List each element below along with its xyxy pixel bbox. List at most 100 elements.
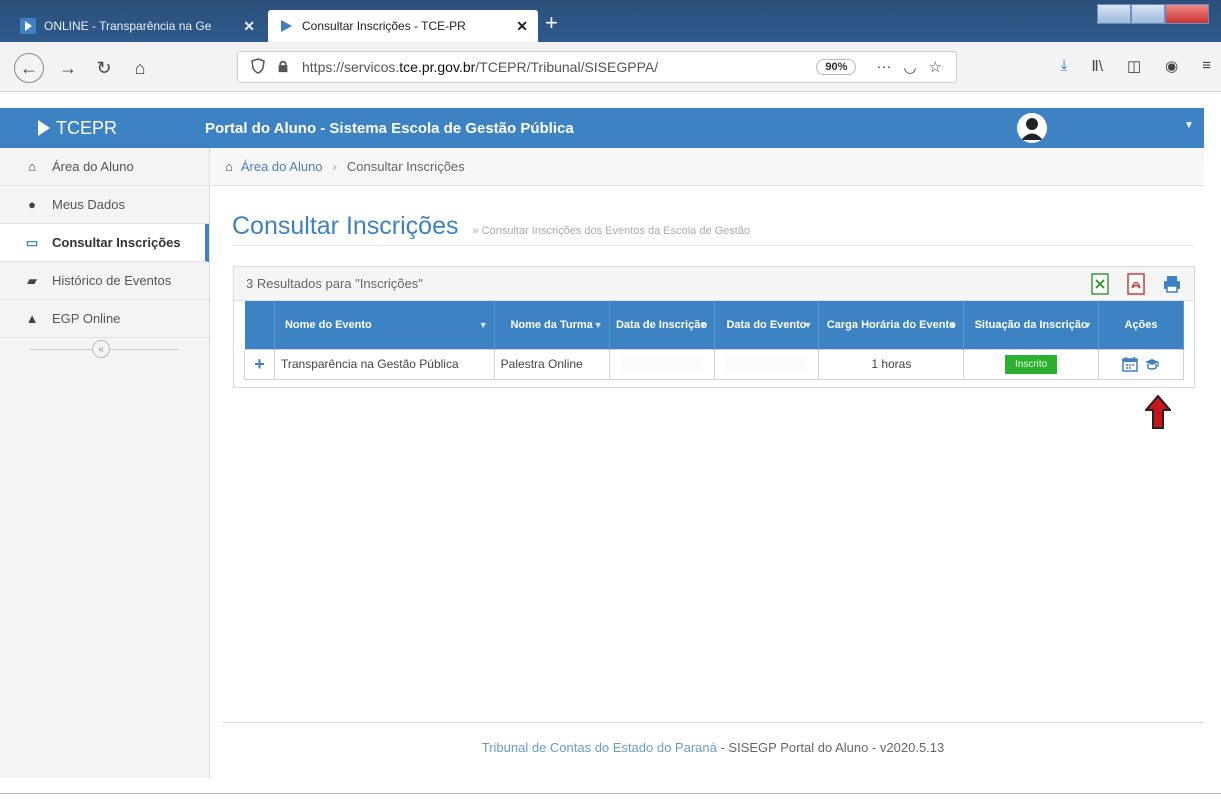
menu-icon[interactable]: ≡ xyxy=(1202,57,1211,75)
footer-org: Tribunal de Contas do Estado do Paraná xyxy=(481,740,717,755)
column-header[interactable]: Nome do Evento ▼ xyxy=(274,301,495,349)
column-label: Nome da Turma xyxy=(510,318,593,331)
tab-title: ONLINE - Transparência na Ge xyxy=(44,19,212,33)
print-icon[interactable] xyxy=(1162,273,1182,295)
column-header[interactable]: Carga Horária do Evento ▼ xyxy=(818,301,965,349)
column-label: Nome do Evento xyxy=(284,318,372,331)
app-title: Portal do Aluno - Sistema Escola de Gest… xyxy=(205,119,574,137)
minimize-button[interactable] xyxy=(1097,4,1131,24)
collapse-sidebar-icon[interactable]: « xyxy=(92,340,110,358)
redacted-date xyxy=(726,354,807,371)
back-arrow-icon[interactable]: ← xyxy=(14,53,44,83)
sidebar-item-label: Meus Dados xyxy=(52,197,125,212)
close-window-button[interactable] xyxy=(1165,4,1209,24)
page-subtitle: » Consultar Inscrições dos Eventos da Es… xyxy=(472,225,751,237)
window-controls xyxy=(1097,4,1209,24)
up-arrow-annotation-icon xyxy=(1145,394,1171,429)
sidebar-item-label: Consultar Inscrições xyxy=(52,235,181,250)
home-icon: ⌂ xyxy=(28,159,36,174)
app-logo[interactable]: TCEPR xyxy=(0,118,205,139)
maximize-button[interactable] xyxy=(1131,4,1165,24)
column-header[interactable]: Data do Evento ▼ xyxy=(714,301,820,349)
filter-icon[interactable]: ▼ xyxy=(479,320,488,330)
browser-tab-1[interactable]: ONLINE - Transparência na Ge ✕ xyxy=(10,10,265,42)
filter-icon[interactable]: ▼ xyxy=(948,320,957,330)
column-label: Situação da Inscrição xyxy=(974,318,1088,331)
pdf-export-icon[interactable] xyxy=(1126,273,1146,295)
tab-favicon-icon xyxy=(20,18,36,34)
graduation-cap-icon[interactable] xyxy=(1144,356,1160,372)
account-icon[interactable]: ◉ xyxy=(1165,57,1178,75)
sidebar-item-label: Histórico de Eventos xyxy=(52,273,172,288)
filter-icon[interactable]: ▼ xyxy=(699,320,708,330)
url-bar[interactable]: https://servicos.tce.pr.gov.br/TCEPR/Tri… xyxy=(237,51,957,83)
title-divider xyxy=(232,245,1194,246)
cell-data-evento xyxy=(713,348,820,380)
lock-icon xyxy=(276,59,294,76)
url-text: https://servicos.tce.pr.gov.br/TCEPR/Tri… xyxy=(302,59,816,75)
window-bottom-border xyxy=(0,793,1221,794)
cell-acoes xyxy=(1098,348,1184,380)
results-table: Nome do Evento ▼ Nome da Turma ▼ Data de I… xyxy=(244,301,1184,380)
cell-turma: Palestra Online xyxy=(493,348,610,380)
browser-nav-bar: ← → ↻ ⌂ https://servicos.tce.pr.gov.br/T… xyxy=(0,42,1221,92)
footer: Tribunal de Contas do Estado do Paraná -… xyxy=(222,740,1204,755)
new-tab-icon[interactable]: + xyxy=(545,12,558,34)
sidebar-item-label: EGP Online xyxy=(52,311,121,326)
cell-evento: Transparência na Gestão Pública xyxy=(273,348,495,380)
bookmark-star-icon[interactable]: ☆ xyxy=(929,58,942,76)
column-label: Ações xyxy=(1124,318,1158,331)
footer-version: - SISEGP Portal do Aluno - v2020.5.13 xyxy=(716,740,945,755)
filter-icon[interactable]: ▼ xyxy=(1083,320,1092,330)
sidebar-item-consultar-inscricoes[interactable]: ▭ Consultar Inscrições xyxy=(0,224,209,262)
browser-tab-2-active[interactable]: Consultar Inscrições - TCE-PR ✕ xyxy=(268,10,538,42)
tab-favicon-icon xyxy=(278,18,294,34)
browser-tab-bar: ONLINE - Transparência na Ge ✕ Consultar… xyxy=(0,0,1221,42)
sidebar: ⌂ Área do Aluno ● Meus Dados ▭ Consultar In… xyxy=(0,148,210,778)
row-actions xyxy=(1105,356,1177,372)
sidebar-collapse: « xyxy=(0,338,209,362)
sidebar-item-historico-de-eventos[interactable]: ▰ Histórico de Eventos xyxy=(0,262,209,300)
calendar-icon[interactable] xyxy=(1122,356,1138,372)
forward-arrow-icon[interactable]: → xyxy=(54,54,82,82)
column-header[interactable]: Nome da Turma ▼ xyxy=(494,301,610,349)
filter-icon[interactable]: ▼ xyxy=(804,320,813,330)
sidebar-item-area-do-aluno[interactable]: ⌂ Área do Aluno xyxy=(0,148,209,186)
sidebar-item-egp-online[interactable]: ▲ EGP Online xyxy=(0,300,209,338)
filter-icon[interactable]: ▼ xyxy=(594,320,603,330)
toolbar-icons: ⤓ Ⅱ\ ◫ ◉ ≡ xyxy=(1061,57,1211,75)
more-actions-icon[interactable]: ··· xyxy=(876,58,891,76)
results-panel: 3 Resultados para "Inscrições" Nome do E… xyxy=(233,266,1195,388)
column-label: Carga Horária do Evento xyxy=(826,318,956,331)
close-tab-icon[interactable]: ✕ xyxy=(516,18,528,35)
logo-text: TCEPR xyxy=(56,117,118,138)
status-badge: Inscrito xyxy=(1005,354,1058,374)
app-header: TCEPR Portal do Aluno - Sistema Escola d… xyxy=(0,108,1204,148)
expand-row-icon[interactable]: + xyxy=(244,348,275,380)
breadcrumb-home-link[interactable]: Área do Aluno xyxy=(241,159,323,174)
home-icon[interactable]: ⌂ xyxy=(126,54,154,82)
sidebar-item-label: Área do Aluno xyxy=(52,159,134,174)
reload-icon[interactable]: ↻ xyxy=(90,54,118,82)
pocket-icon[interactable]: ◡ xyxy=(903,58,916,76)
tab-title: Consultar Inscrições - TCE-PR xyxy=(302,19,466,33)
library-icon[interactable]: Ⅱ\ xyxy=(1091,57,1103,75)
shield-icon xyxy=(250,57,268,77)
sidebar-toggle-icon[interactable]: ◫ xyxy=(1127,57,1141,75)
column-header[interactable]: Data de Inscrição ▼ xyxy=(609,301,715,349)
zoom-badge[interactable]: 90% xyxy=(816,59,857,75)
excel-export-icon[interactable] xyxy=(1090,273,1110,295)
sidebar-item-meus-dados[interactable]: ● Meus Dados xyxy=(0,186,209,224)
column-label: Data do Evento xyxy=(726,318,807,331)
user-menu-caret-icon[interactable]: ▼ xyxy=(1184,120,1194,131)
footer-divider xyxy=(222,722,1204,723)
avatar[interactable] xyxy=(1017,113,1047,143)
table-row: + Transparência na Gestão Pública Palest… xyxy=(244,348,1184,380)
close-tab-icon[interactable]: ✕ xyxy=(243,18,255,35)
download-icon[interactable]: ⤓ xyxy=(1061,57,1068,75)
breadcrumb-current: Consultar Inscrições xyxy=(346,159,465,174)
page-title-block: Consultar Inscrições » Consultar Inscriç… xyxy=(232,212,750,241)
breadcrumb-home-icon[interactable]: ⌂ xyxy=(225,159,233,174)
results-summary: 3 Resultados para "Inscrições" xyxy=(246,276,423,291)
column-header[interactable]: Situação da Inscrição ▼ xyxy=(963,301,1100,349)
